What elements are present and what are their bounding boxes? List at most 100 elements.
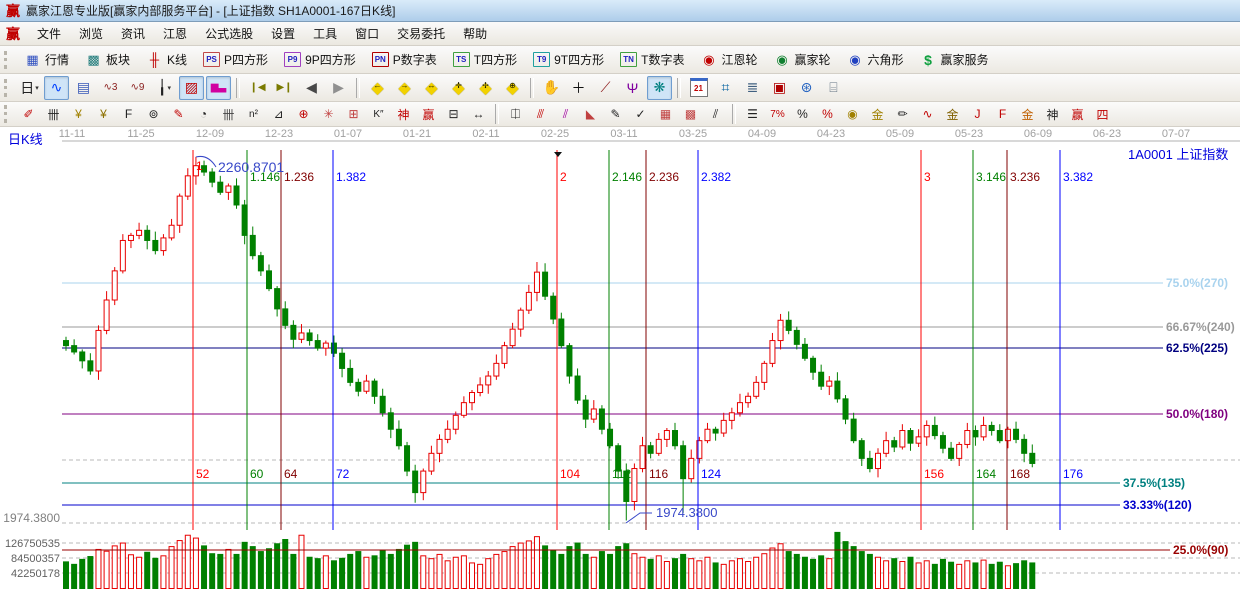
tool-time-comb-button[interactable]: 卌	[42, 103, 65, 125]
tool-check-lines-button[interactable]: ✓	[629, 103, 652, 125]
toolbar-button-t-digit-table[interactable]: TNT数字表	[612, 48, 692, 71]
toolbar-button-p-digit-table[interactable]: PNP数字表	[364, 48, 445, 71]
tool-f-angle-button[interactable]: F	[991, 103, 1014, 125]
menu-item-3[interactable]: 江恩	[154, 25, 196, 43]
tool-color-histogram-button[interactable]: ▆▃	[206, 76, 231, 100]
toolbar-button-gann-wheel[interactable]: ◉江恩轮	[692, 48, 765, 71]
tool-pattern-map-button[interactable]: ▨	[179, 76, 204, 100]
tool-gann-brush-button[interactable]: ✐	[17, 103, 40, 125]
tool-grid-123-button[interactable]: ⊟	[442, 103, 465, 125]
tool-crosshair-tool-button[interactable]: ＋	[566, 76, 591, 100]
tool-gold-line-2-button[interactable]: 金	[941, 103, 964, 125]
tool-k-mark-button[interactable]: K″	[367, 103, 390, 125]
tool-pencil-fan-button[interactable]: ✎	[604, 103, 627, 125]
tool-hand-tool-button[interactable]: ✋	[539, 76, 564, 100]
tool-slash-lines-button[interactable]: ⫽	[704, 103, 727, 125]
menu-item-9[interactable]: 帮助	[454, 25, 496, 43]
tool-cycle-clock-button[interactable]: ◔	[192, 103, 215, 125]
toolbar-button-p-square[interactable]: PSP四方形	[195, 48, 276, 71]
tool-gold-angle-button[interactable]: 金	[1016, 103, 1039, 125]
tool-save-button[interactable]: ▣	[767, 76, 792, 100]
tool-fan-purple-button[interactable]: ⫽	[554, 103, 577, 125]
tool-gate-box-button[interactable]: ⎅	[504, 103, 527, 125]
menu-item-4[interactable]: 公式选股	[196, 25, 262, 43]
tool-fan-grid-button[interactable]: ◣	[579, 103, 602, 125]
menu-item-5[interactable]: 设置	[262, 25, 304, 43]
toolbar-grip[interactable]	[4, 51, 12, 69]
tool-zoom-horizontal-button[interactable]: ◆↔	[419, 76, 444, 100]
tool-line-anchor-tool-button[interactable]: ⟋	[593, 76, 618, 100]
tool-zoom-reset-button[interactable]: ◆⊕	[500, 76, 525, 100]
tool-wave-3-button[interactable]: ∿3	[98, 76, 123, 100]
tool-gold-comb-1-button[interactable]: ¥	[67, 103, 90, 125]
toolbar-button-9p-square[interactable]: P99P四方形	[276, 48, 364, 71]
toolbar-grip[interactable]	[4, 105, 12, 123]
tool-ying-grid-button[interactable]: 赢	[417, 103, 440, 125]
toolbar-button-hexagon[interactable]: ◉六角形	[839, 48, 912, 71]
tool-info-document-button[interactable]: ▤	[71, 76, 96, 100]
toolbar-button-t-square[interactable]: TST四方形	[445, 48, 525, 71]
tool-gann-brain-tool-button[interactable]: ❋	[647, 76, 672, 100]
menu-item-1[interactable]: 浏览	[70, 25, 112, 43]
tool-bars-scale-button[interactable]: ☰	[741, 103, 764, 125]
toolbar-button-kline[interactable]: ╫K线	[138, 48, 195, 71]
tool-nav-prev-button[interactable]: ◀	[299, 76, 324, 100]
tool-zoom-out-all-button[interactable]: ◆✛	[446, 76, 471, 100]
tool-grid-target-button[interactable]: ⊞	[342, 103, 365, 125]
tool-percent-line-button[interactable]: %	[816, 103, 839, 125]
tool-web-stats-button[interactable]: ⊛	[794, 76, 819, 100]
tool-pencil-bars-button[interactable]: ✏	[891, 103, 914, 125]
toolbar-button-winner-service[interactable]: $赢家服务	[912, 48, 997, 71]
tool-notepad-button[interactable]: ≣	[740, 76, 765, 100]
tool-gold-lines-button[interactable]: 金	[866, 103, 889, 125]
toolbar-button-sectors[interactable]: ▩板块	[77, 48, 138, 71]
tool-fork-tool-button[interactable]: Ψ	[620, 76, 645, 100]
toolbar-grip[interactable]	[4, 79, 12, 97]
tool-j-angle-button[interactable]: J	[966, 103, 989, 125]
tool-target-cross-button[interactable]: ⊕	[292, 103, 315, 125]
tool-percent-button[interactable]: %	[791, 103, 814, 125]
tool-calculator-button[interactable]: ⌗	[713, 76, 738, 100]
tool-si-angle-button[interactable]: 四	[1091, 103, 1114, 125]
tool-fib-comb-button[interactable]: F	[117, 103, 140, 125]
tool-workstation-button[interactable]: ⌸	[821, 76, 846, 100]
tool-shen-grid-button[interactable]: 神	[392, 103, 415, 125]
tool-comb-2-button[interactable]: 卌	[217, 103, 240, 125]
tool-zigzag-window-button[interactable]: ∿	[44, 76, 69, 100]
tool-gold-comb-2-button[interactable]: ¥	[92, 103, 115, 125]
price-chart-canvas[interactable]: 11-1111-2512-0912-2301-0701-2102-1102-25…	[0, 127, 1240, 589]
tool-nav-first-button[interactable]: ❙◀	[245, 76, 270, 100]
tool-spiral-button[interactable]: ⊚	[142, 103, 165, 125]
tool-span-arrows-button[interactable]: ↔	[467, 103, 490, 125]
menu-item-2[interactable]: 资讯	[112, 25, 154, 43]
menu-item-6[interactable]: 工具	[304, 25, 346, 43]
tool-wave-9-button[interactable]: ∿9	[125, 76, 150, 100]
menu-item-7[interactable]: 窗口	[346, 25, 388, 43]
toolbar-button-quotes[interactable]: ▦行情	[16, 48, 77, 71]
toolbar-button-9t-square[interactable]: T99T四方形	[525, 48, 612, 71]
tool-angle-pencil-button[interactable]: ⊿	[267, 103, 290, 125]
menu-item-0[interactable]: 文件	[28, 25, 70, 43]
tool-red-grid-2-button[interactable]: ▦	[654, 103, 677, 125]
tool-fan-red-button[interactable]: ⫻	[529, 103, 552, 125]
tool-gold-circle-button[interactable]: ◉	[841, 103, 864, 125]
wave-red-icon: ∿	[922, 107, 932, 121]
tool-brush-2-button[interactable]: ✎	[167, 103, 190, 125]
tool-seven-percent-button[interactable]: 7%	[766, 103, 789, 125]
tool-zoom-left-button[interactable]: ◆←	[365, 76, 390, 100]
tool-zoom-in-all-button[interactable]: ◆✢	[473, 76, 498, 100]
tool-n-square-button[interactable]: n²	[242, 103, 265, 125]
tool-period-selector-button[interactable]: 日▾	[17, 76, 42, 100]
tool-candle-style-button[interactable]: ╽▾	[152, 76, 177, 100]
tool-ying-angle-button[interactable]: 赢	[1066, 103, 1089, 125]
tool-red-grid-3-button[interactable]: ▩	[679, 103, 702, 125]
tool-zoom-right-button[interactable]: ◆→	[392, 76, 417, 100]
toolbar-button-winner-wheel[interactable]: ◉赢家轮	[765, 48, 838, 71]
menu-item-8[interactable]: 交易委托	[388, 25, 454, 43]
tool-star-burst-button[interactable]: ✳	[317, 103, 340, 125]
tool-calendar-button[interactable]: 21	[686, 76, 711, 100]
tool-nav-last-button[interactable]: ▶❙	[272, 76, 297, 100]
tool-wave-red-button[interactable]: ∿	[916, 103, 939, 125]
tool-nav-next-button[interactable]: ▶	[326, 76, 351, 100]
tool-shen-angle-button[interactable]: 神	[1041, 103, 1064, 125]
